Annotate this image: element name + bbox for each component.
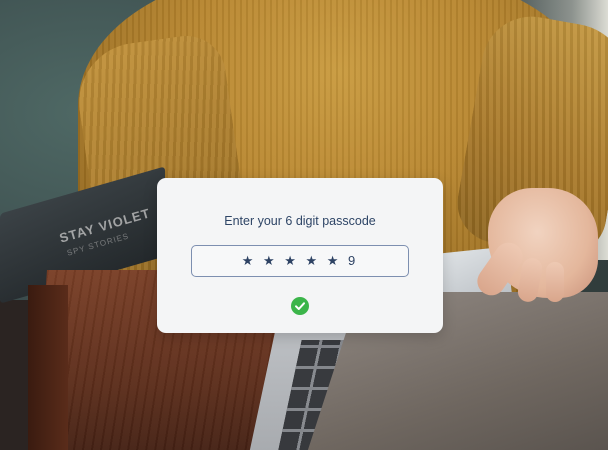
check-circle-icon: [291, 297, 309, 315]
passcode-dialog: Enter your 6 digit passcode ★ ★ ★ ★ ★ 9: [157, 178, 443, 333]
table-edge: [28, 285, 68, 450]
finger: [546, 262, 564, 302]
passcode-prompt: Enter your 6 digit passcode: [224, 214, 376, 228]
passcode-input[interactable]: ★ ★ ★ ★ ★ 9: [191, 245, 409, 277]
